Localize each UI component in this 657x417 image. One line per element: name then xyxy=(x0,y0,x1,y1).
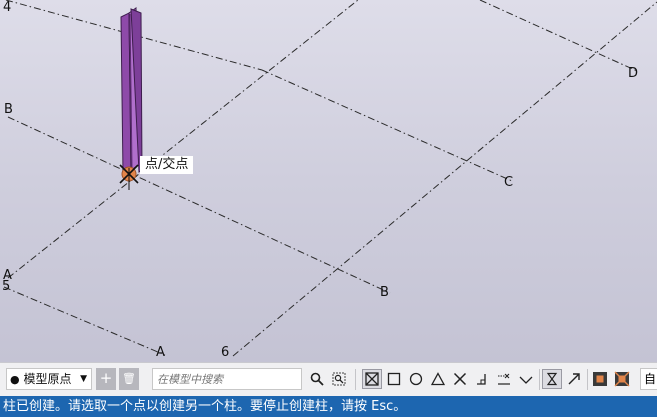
grid-line-5 xyxy=(3,286,166,356)
grid-line-top-right xyxy=(479,0,638,72)
origin-dropdown-label: 模型原点 xyxy=(23,372,72,386)
grid-line-4-right xyxy=(261,69,513,182)
cut-plane-dropdown[interactable]: 自 xyxy=(640,368,657,390)
snap-object-point-icon[interactable] xyxy=(590,369,610,389)
grid-canvas: 4 B A 5 A 6 B C D xyxy=(2,0,657,360)
snap-geometry-icon[interactable] xyxy=(384,369,404,389)
status-bar-message: 柱已创建。请选取一个点以创建另一个柱。要停止创建柱，请按 Esc。 xyxy=(0,396,657,417)
snap-perpendicular-icon[interactable] xyxy=(472,369,492,389)
toolbar-separator xyxy=(539,369,540,390)
snap-tooltip: 点/交点 xyxy=(140,156,194,174)
work-plane-dropdown[interactable]: ● 模型原点 ▼ xyxy=(6,368,92,390)
search-icon[interactable] xyxy=(307,369,327,389)
grid-label-4: 4 xyxy=(3,0,11,15)
snap-extension-icon[interactable] xyxy=(494,369,514,389)
snap-point-icon[interactable] xyxy=(542,369,562,389)
snap-tangent-icon[interactable] xyxy=(516,369,536,389)
grid-label-b-left: B xyxy=(4,102,13,117)
grid-label-d: D xyxy=(628,66,638,81)
grid-label-5: 5 xyxy=(2,279,10,294)
grid-label-a-bottom: A xyxy=(156,345,165,360)
add-plane-button[interactable]: + xyxy=(96,368,116,390)
origin-icon: ● xyxy=(10,373,20,386)
steel-column[interactable] xyxy=(120,7,143,175)
chevron-down-icon: ▼ xyxy=(80,374,87,384)
snap-point-marker xyxy=(119,164,139,190)
zoom-selection-icon[interactable] xyxy=(329,369,349,389)
snap-reference-lines-icon[interactable] xyxy=(362,369,382,389)
grid-line-6 xyxy=(232,1,657,357)
snap-intersection-icon[interactable] xyxy=(450,369,470,389)
bottom-toolbar: ● 模型原点 ▼ + 🗑 自 xyxy=(0,362,657,396)
model-search-input[interactable] xyxy=(152,368,302,390)
grid-line-a xyxy=(7,0,359,279)
snap-center-icon[interactable] xyxy=(406,369,426,389)
toolbar-separator xyxy=(355,369,356,390)
snap-midpoint-icon[interactable] xyxy=(428,369,448,389)
grid-label-c: C xyxy=(504,175,513,190)
toolbar-separator xyxy=(587,369,588,390)
snap-any-point-icon[interactable] xyxy=(612,369,632,389)
snap-free-arrow-icon[interactable] xyxy=(564,369,584,389)
delete-plane-button[interactable]: 🗑 xyxy=(119,368,139,390)
grid-line-b xyxy=(7,116,391,294)
grid-label-b-mid: B xyxy=(380,285,389,300)
model-viewport[interactable]: 4 B A 5 A 6 B C D 点/交点 xyxy=(0,0,657,362)
grid-label-6: 6 xyxy=(221,345,229,360)
